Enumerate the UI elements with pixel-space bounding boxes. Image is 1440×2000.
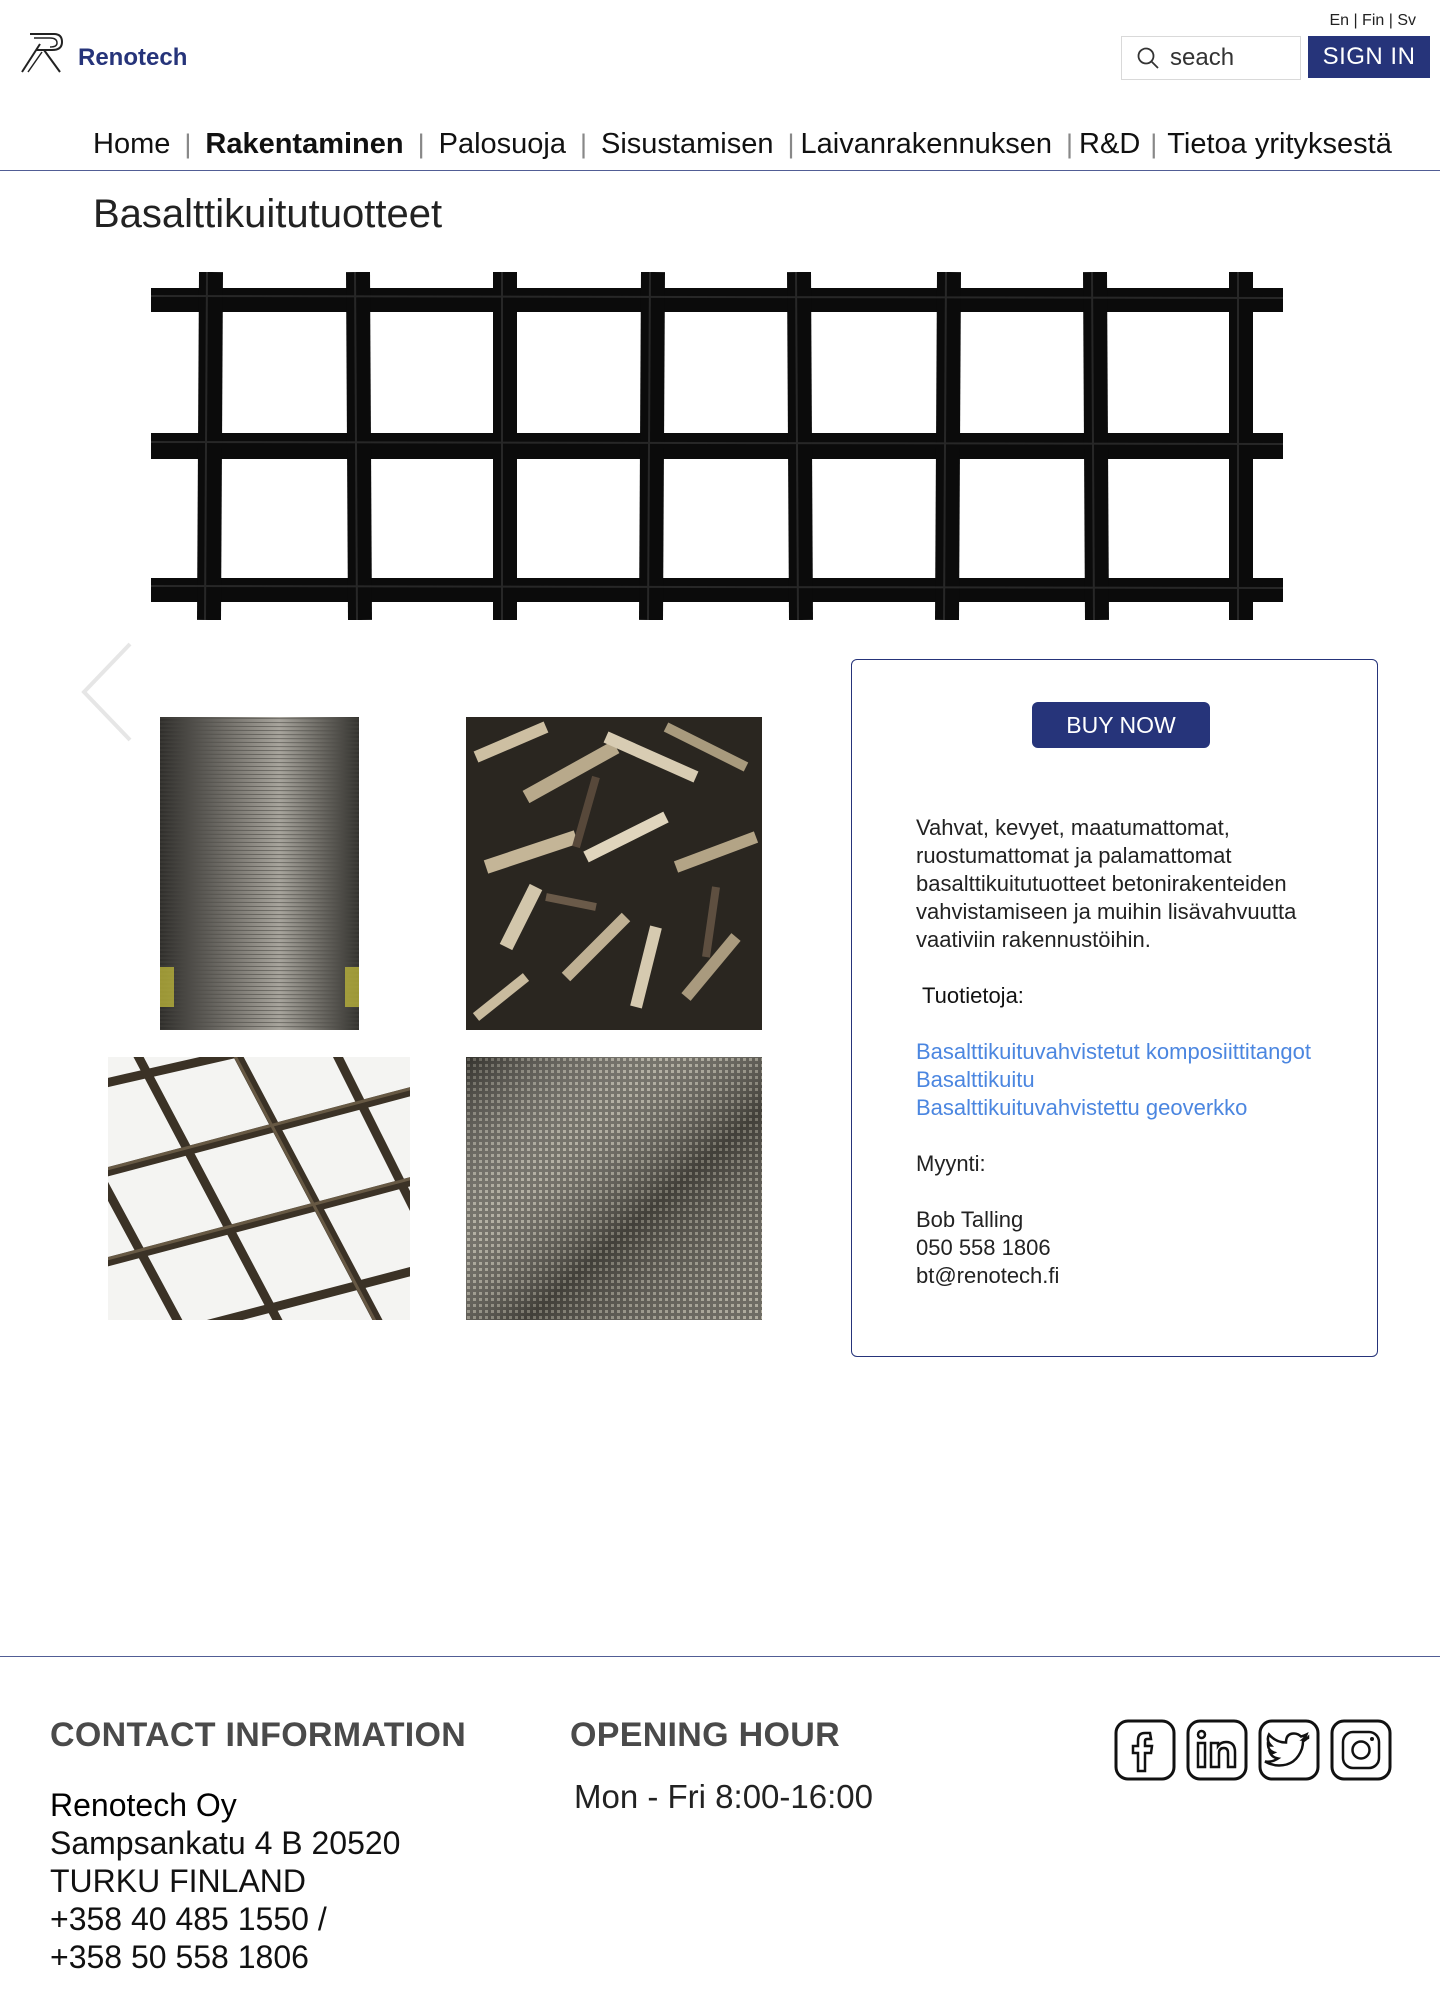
product-info-card: BUY NOW Vahvat, kevyet, maatumattomat, r… [851,659,1378,1357]
product-info-heading: Tuotietoja: [922,983,1024,1008]
language-switcher[interactable]: En | Fin | Sv [1329,12,1416,30]
description-line: basalttikuitutuotteet betonirakenteiden [916,871,1287,896]
description-line: Vahvat, kevyet, maatumattomat, [916,815,1230,840]
nav-separator: | [1066,128,1074,159]
nav-separator: | [1150,128,1158,159]
sales-contact-phone[interactable]: 050 558 1806 [916,1234,1356,1262]
page-title: Basalttikuitutuotteet [93,192,443,236]
renotech-r-logo-icon [21,33,64,73]
nav-item-palosuoja[interactable]: Palosuoja [439,128,566,161]
gallery-image-mesh-closeup[interactable] [108,1057,410,1320]
opening-hours-heading: OPENING HOUR [570,1716,840,1754]
buy-now-button[interactable]: BUY NOW [1032,702,1210,748]
contact-heading: CONTACT INFORMATION [50,1716,467,1754]
brand-name: Renotech [78,44,188,71]
main-nav: Home | Rakentaminen | Palosuoja | Sisust… [93,122,1392,166]
sales-contact-email[interactable]: bt@renotech.fi [916,1262,1356,1290]
twitter-icon[interactable] [1258,1719,1320,1781]
instagram-icon[interactable] [1330,1719,1392,1781]
nav-item-home[interactable]: Home [93,128,170,161]
link-basalt-fiber[interactable]: Basalttikuitu [916,1066,1356,1094]
facebook-icon[interactable] [1114,1719,1176,1781]
nav-separator: | [787,128,795,159]
footer-divider [0,1656,1440,1657]
description-line: vaativiin rakennustöihin. [916,927,1151,952]
opening-hours: Mon - Fri 8:00-16:00 [574,1778,873,1815]
description-line: ruostumattomat ja palamattomat [916,843,1232,868]
carousel-prev-arrow-icon[interactable] [78,640,138,744]
sign-in-button[interactable]: SIGN IN [1308,36,1430,78]
sales-contact: Bob Talling 050 558 1806 bt@renotech.fi [916,1206,1356,1290]
link-geogrid[interactable]: Basalttikuituvahvistettu geoverkko [916,1094,1356,1122]
gallery-image-basalt-fabric[interactable] [466,1057,762,1320]
gallery-image-chopped-strands[interactable] [466,717,762,1030]
nav-item-rakentaminen[interactable]: Rakentaminen [205,128,403,161]
hero-image-basalt-mesh [151,272,1283,620]
product-description: Vahvat, kevyet, maatumattomat, ruostumat… [916,814,1356,954]
address-street: Sampsankatu 4 B 20520 [50,1825,401,1861]
description-line: vahvistamiseen ja muihin lisävahvuutta [916,899,1297,924]
nav-item-tietoa-yrityksesta[interactable]: Tietoa yrityksestä [1167,128,1392,161]
social-links [1114,1719,1392,1781]
product-links: Basalttikuituvahvistetut komposiittitang… [916,1038,1356,1122]
nav-separator: | [184,128,192,159]
company-name: Renotech Oy [50,1787,237,1823]
nav-item-sisustamisen[interactable]: Sisustamisen [601,128,773,161]
brand-logo[interactable]: Renotech [20,28,187,76]
phone-secondary[interactable]: +358 50 558 1806 [50,1938,400,1976]
sales-contact-name: Bob Talling [916,1207,1024,1232]
search-input[interactable] [1170,44,1290,72]
nav-separator: | [417,128,425,159]
address-city: TURKU FINLAND [50,1863,307,1899]
search-icon [1137,47,1159,69]
search-box[interactable] [1121,36,1301,80]
link-composite-rods[interactable]: Basalttikuituvahvistetut komposiittitang… [916,1038,1356,1066]
nav-item-laivanrakennuksen[interactable]: Laivanrakennuksen [801,128,1053,161]
phone-primary[interactable]: +358 40 485 1550 / [50,1900,400,1938]
gallery-image-basalt-spool[interactable] [160,717,359,1030]
nav-item-rd[interactable]: R&D [1079,128,1140,161]
header-divider [0,170,1440,171]
linkedin-icon[interactable] [1186,1719,1248,1781]
sales-heading: Myynti: [916,1151,986,1176]
nav-separator: | [580,128,588,159]
product-info-body: Vahvat, kevyet, maatumattomat, ruostumat… [916,814,1356,1290]
contact-info: Renotech Oy Sampsankatu 4 B 20520 TURKU … [50,1786,400,1976]
